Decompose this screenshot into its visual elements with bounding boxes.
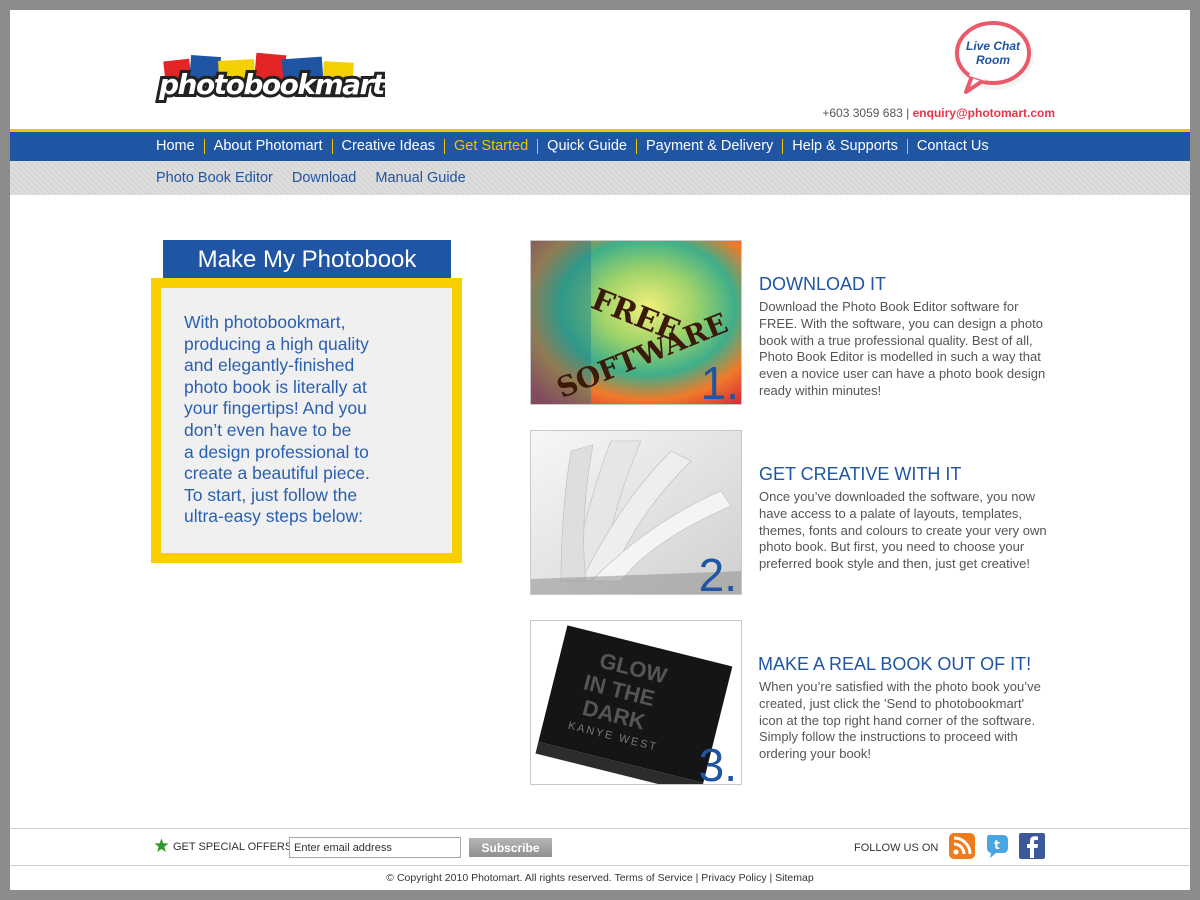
contact-info: +603 3059 683 | enquiry@photomart.com — [822, 106, 1055, 120]
footer-bottom-line — [10, 865, 1190, 866]
step-2-text: Once you’ve downloaded the software, you… — [759, 489, 1047, 572]
nav-contact-us[interactable]: Contact Us — [906, 139, 998, 154]
svg-text:t: t — [994, 838, 1000, 852]
link-separator: | — [695, 872, 699, 884]
copyright-text: © Copyright 2010 Photomart. All rights r… — [386, 872, 612, 884]
step-2-title: GET CREATIVE WITH IT — [759, 464, 962, 484]
chat-label-line1: Live Chat — [966, 39, 1021, 53]
subnav-manual-guide[interactable]: Manual Guide — [375, 170, 465, 186]
live-chat-button[interactable]: Live Chat Room — [948, 20, 1038, 98]
intro-box: With photobookmart, producing a high qua… — [151, 278, 462, 563]
chat-bubble-icon: Live Chat Room — [954, 21, 1034, 94]
nav-creative-ideas[interactable]: Creative Ideas — [331, 139, 445, 154]
step-1-text: Download the Photo Book Editor software … — [759, 299, 1046, 398]
step-3-title: MAKE A REAL BOOK OUT OF IT! — [758, 654, 1032, 674]
nav-home[interactable]: Home — [156, 139, 204, 154]
photobookmart-logo[interactable]: photobookmart — [155, 46, 385, 116]
step-3-image: GLOW IN THE DARK KANYE WEST 3. — [530, 620, 742, 785]
newsletter-email-input[interactable] — [289, 837, 461, 858]
step-2-image: 2. — [530, 430, 742, 595]
make-my-photobook-title: Make My Photobook — [163, 240, 451, 279]
main-nav: Home About Photomart Creative Ideas Get … — [10, 132, 1190, 161]
subnav-download[interactable]: Download — [292, 170, 357, 186]
star-icon — [154, 838, 169, 852]
page-frame: photobookmart Live Chat Room +603 3059 6… — [10, 10, 1190, 890]
facebook-icon[interactable] — [1018, 832, 1046, 860]
email-link[interactable]: enquiry@photomart.com — [913, 106, 1055, 120]
step-1-number: 1. — [701, 357, 739, 405]
special-offers-label: GET SPECIAL OFFERS — [173, 841, 293, 853]
twitter-icon[interactable]: t — [983, 832, 1011, 860]
nav-get-started[interactable]: Get Started — [444, 139, 537, 154]
sub-nav: Photo Book Editor Download Manual Guide — [10, 161, 1190, 195]
copyright-bar: © Copyright 2010 Photomart. All rights r… — [10, 872, 1190, 884]
sitemap-link[interactable]: Sitemap — [775, 872, 814, 884]
nav-quick-guide[interactable]: Quick Guide — [537, 139, 636, 154]
nav-about[interactable]: About Photomart — [203, 139, 332, 154]
nav-payment-delivery[interactable]: Payment & Delivery — [635, 139, 782, 154]
step-3-number: 3. — [699, 739, 737, 785]
follow-us-label: FOLLOW US ON — [854, 842, 939, 854]
step-3-text: When you’re satisfied with the photo boo… — [759, 679, 1041, 762]
nav-help-supports[interactable]: Help & Supports — [782, 139, 907, 154]
intro-text: With photobookmart, producing a high qua… — [184, 312, 370, 527]
step-2-number: 2. — [699, 549, 737, 595]
subnav-photo-book-editor[interactable]: Photo Book Editor — [156, 170, 273, 186]
link-separator: | — [769, 872, 773, 884]
rss-icon[interactable] — [948, 832, 976, 860]
privacy-policy-link[interactable]: Privacy Policy — [701, 872, 766, 884]
phone-number: +603 3059 683 — [822, 106, 903, 120]
subscribe-button[interactable]: Subscribe — [469, 838, 552, 857]
step-1-image: FREE SOFTWARE 1. — [530, 240, 742, 405]
step-1-title: DOWNLOAD IT — [759, 274, 887, 294]
logo-text: photobookmart — [158, 68, 385, 101]
chat-label-line2: Room — [976, 53, 1010, 67]
contact-separator: | — [906, 106, 910, 120]
footer-top-line — [10, 828, 1190, 829]
terms-of-service-link[interactable]: Terms of Service — [614, 872, 692, 884]
